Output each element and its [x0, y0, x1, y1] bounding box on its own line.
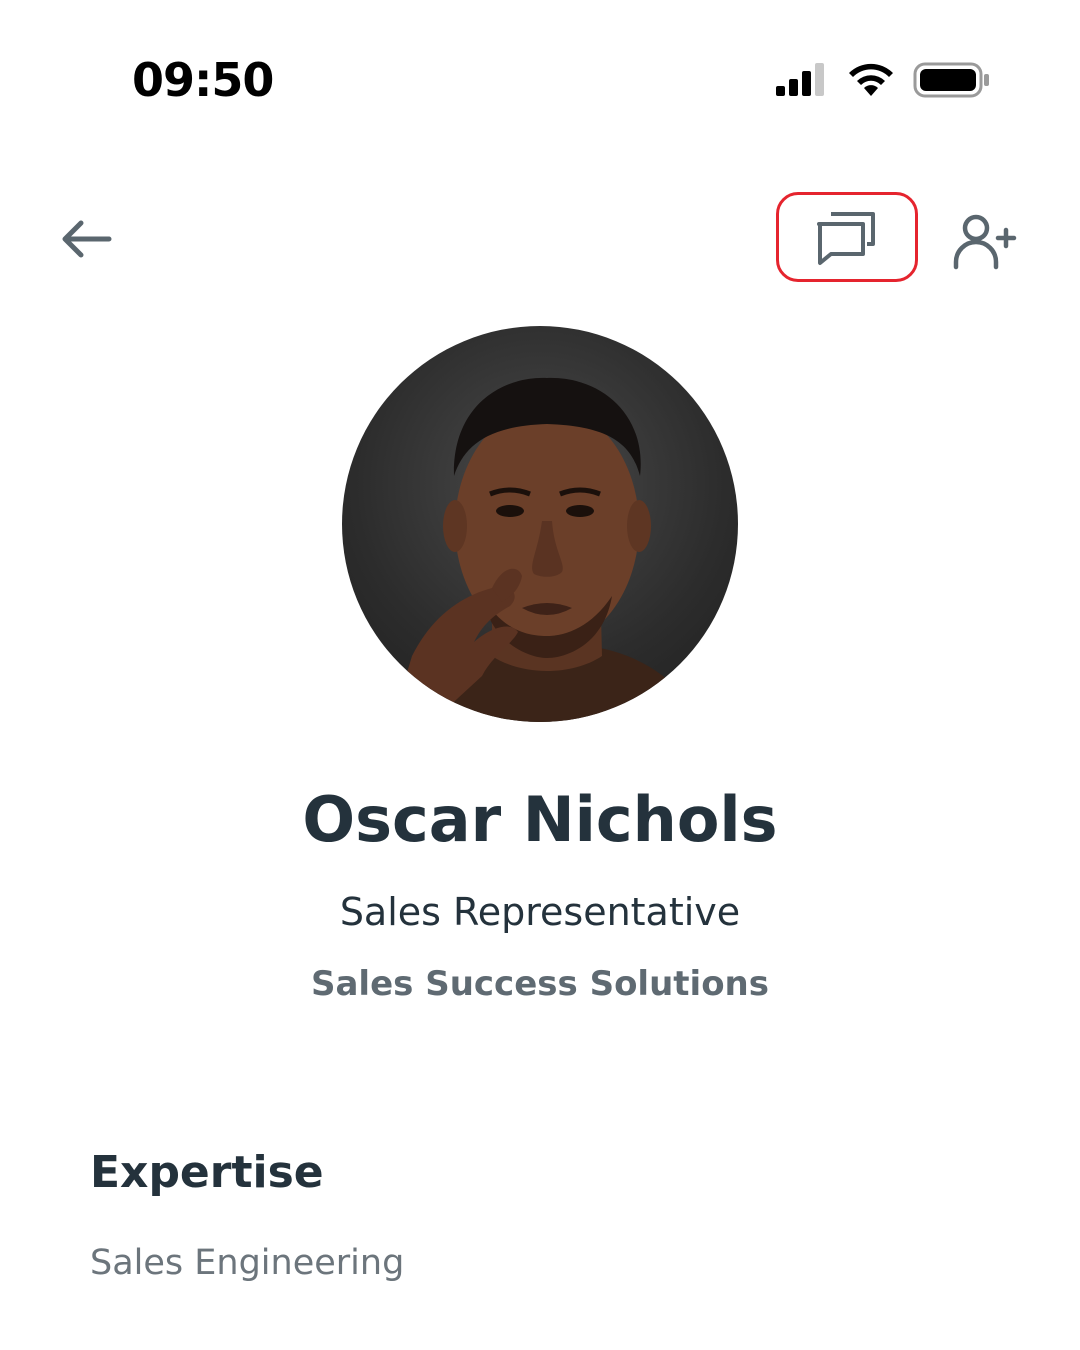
profile-company: Sales Success Solutions: [310, 964, 769, 1004]
profile-name: Oscar Nichols: [302, 783, 778, 856]
add-user-icon: [953, 214, 1017, 270]
status-icons: [770, 58, 992, 102]
arrow-left-icon: [62, 220, 112, 258]
battery-icon: [913, 62, 989, 98]
expertise-item: Sales Engineering: [90, 1243, 405, 1283]
wifi-icon: [849, 63, 893, 96]
expertise-heading: Expertise: [90, 1147, 324, 1198]
cellular-signal-icon: [776, 63, 824, 96]
profile-job-title: Sales Representative: [339, 890, 741, 934]
message-button[interactable]: [776, 192, 918, 282]
contact-profile-screen: 09:50 Oscar Nichols Sales Representative…: [0, 0, 1080, 1350]
avatar: [342, 326, 738, 722]
status-time: 09:50: [132, 53, 274, 107]
chat-bubbles-icon: [817, 212, 875, 265]
add-contact-button[interactable]: [948, 208, 1022, 274]
back-button[interactable]: [52, 208, 118, 270]
profile-photo: [392, 377, 702, 722]
